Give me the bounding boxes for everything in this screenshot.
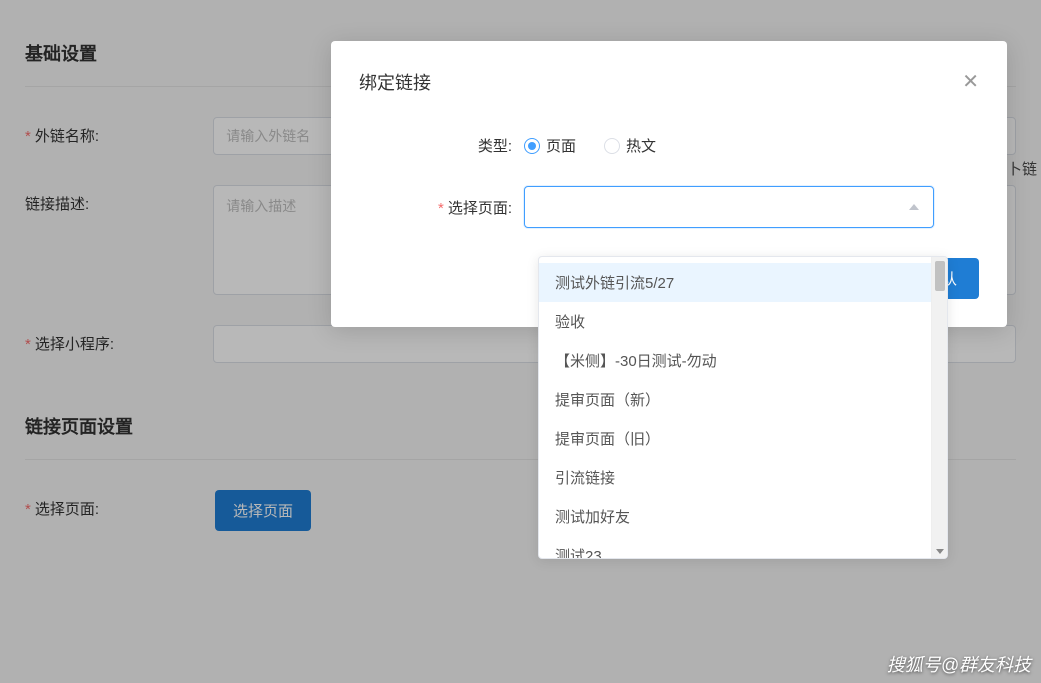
bg-fragment: 卜链 xyxy=(1007,158,1037,179)
radio-group-type: 页面 热文 xyxy=(524,135,656,156)
dropdown-item[interactable]: 测试23 xyxy=(539,536,931,558)
modal-title: 绑定链接 xyxy=(359,69,431,95)
watermark: 搜狐号@群友科技 xyxy=(887,651,1031,677)
dropdown-item[interactable]: 提审页面（旧） xyxy=(539,419,931,458)
modal-row-type: 类型: 页面 热文 xyxy=(359,135,979,156)
radio-icon xyxy=(524,138,540,154)
modal-body: 类型: 页面 热文 *选择页面: xyxy=(331,105,1007,258)
modal-select-page[interactable] xyxy=(524,186,934,228)
close-icon[interactable]: ✕ xyxy=(962,72,979,92)
modal-header: 绑定链接 ✕ xyxy=(331,41,1007,105)
modal-row-select-page: *选择页面: xyxy=(359,186,979,228)
radio-page[interactable]: 页面 xyxy=(524,135,576,156)
dropdown-panel: 测试外链引流5/27验收【米侧】-30日测试-勿动提审页面（新）提审页面（旧）引… xyxy=(538,256,948,559)
dropdown-item[interactable]: 测试外链引流5/27 xyxy=(539,263,931,302)
modal-label-type: 类型: xyxy=(359,135,524,156)
dropdown-item[interactable]: 引流链接 xyxy=(539,458,931,497)
dropdown-item[interactable]: 验收 xyxy=(539,302,931,341)
dropdown-item[interactable]: 【米侧】-30日测试-勿动 xyxy=(539,341,931,380)
chevron-down-icon xyxy=(936,549,944,554)
dropdown-list[interactable]: 测试外链引流5/27验收【米侧】-30日测试-勿动提审页面（新）提审页面（旧）引… xyxy=(539,257,931,558)
radio-icon xyxy=(604,138,620,154)
chevron-up-icon xyxy=(909,204,919,210)
radio-label-page: 页面 xyxy=(546,135,576,156)
modal-label-select-page: *选择页面: xyxy=(359,197,524,218)
dropdown-item[interactable]: 测试加好友 xyxy=(539,497,931,536)
radio-hot[interactable]: 热文 xyxy=(604,135,656,156)
scrollbar[interactable] xyxy=(931,257,947,558)
dropdown-item[interactable]: 提审页面（新） xyxy=(539,380,931,419)
radio-label-hot: 热文 xyxy=(626,135,656,156)
scroll-thumb[interactable] xyxy=(935,261,945,291)
